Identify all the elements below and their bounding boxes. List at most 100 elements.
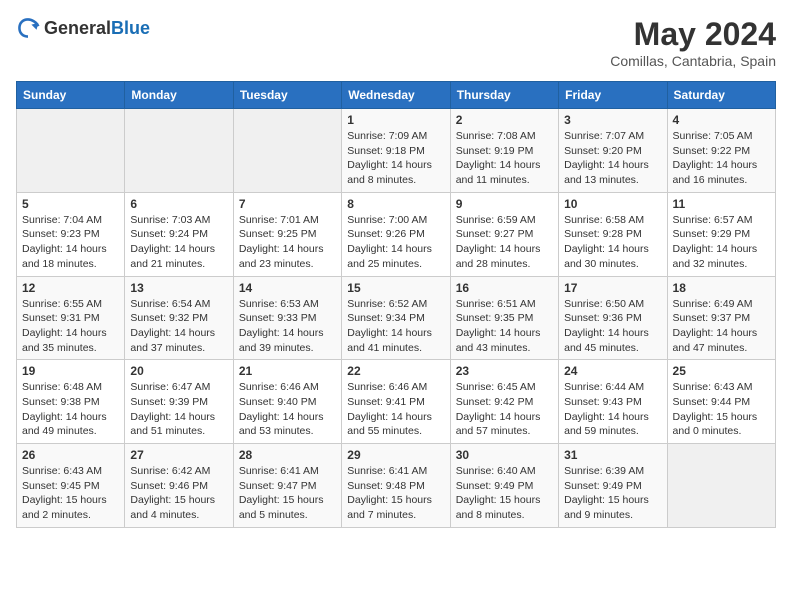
day-number: 24 <box>564 364 661 378</box>
calendar-cell: 4 Sunrise: 7:05 AMSunset: 9:22 PMDaylight… <box>667 109 775 193</box>
calendar-cell: 5 Sunrise: 7:04 AMSunset: 9:23 PMDaylight… <box>17 192 125 276</box>
day-detail: Sunrise: 7:07 AMSunset: 9:20 PMDaylight:… <box>564 130 649 186</box>
day-detail: Sunrise: 7:09 AMSunset: 9:18 PMDaylight:… <box>347 130 432 186</box>
calendar-cell: 12Sunrise: 6:55 AMSunset: 9:31 PMDayligh… <box>17 276 125 360</box>
day-detail: Sunrise: 6:43 AMSunset: 9:44 PMDaylight:… <box>673 381 758 437</box>
calendar-cell: 3 Sunrise: 7:07 AMSunset: 9:20 PMDaylight… <box>559 109 667 193</box>
header-row: Sunday Monday Tuesday Wednesday Thursday… <box>17 82 776 109</box>
calendar-cell: 27 Sunrise: 6:42 AMSunset: 9:46 PMDayligh… <box>125 444 233 528</box>
day-detail: Sunrise: 6:51 AMSunset: 9:35 PMDaylight:… <box>456 298 541 354</box>
day-number: 4 <box>673 113 770 127</box>
calendar-cell: 2 Sunrise: 7:08 AMSunset: 9:19 PMDaylight… <box>450 109 558 193</box>
day-detail: Sunrise: 7:08 AMSunset: 9:19 PMDaylight:… <box>456 130 541 186</box>
title-area: May 2024 Comillas, Cantabria, Spain <box>610 16 776 69</box>
calendar-header: Sunday Monday Tuesday Wednesday Thursday… <box>17 82 776 109</box>
header-friday: Friday <box>559 82 667 109</box>
day-number: 13 <box>130 281 227 295</box>
day-detail: Sunrise: 6:40 AMSunset: 9:49 PMDaylight:… <box>456 465 541 521</box>
calendar-week-2: 5 Sunrise: 7:04 AMSunset: 9:23 PMDaylight… <box>17 192 776 276</box>
calendar-cell: 9 Sunrise: 6:59 AMSunset: 9:27 PMDaylight… <box>450 192 558 276</box>
day-number: 3 <box>564 113 661 127</box>
day-number: 7 <box>239 197 336 211</box>
calendar-cell: 26Sunrise: 6:43 AMSunset: 9:45 PMDayligh… <box>17 444 125 528</box>
day-detail: Sunrise: 6:59 AMSunset: 9:27 PMDaylight:… <box>456 214 541 270</box>
logo-text: GeneralBlue <box>44 18 150 39</box>
day-detail: Sunrise: 7:00 AMSunset: 9:26 PMDaylight:… <box>347 214 432 270</box>
day-detail: Sunrise: 7:03 AMSunset: 9:24 PMDaylight:… <box>130 214 215 270</box>
calendar-week-1: 1Sunrise: 7:09 AMSunset: 9:18 PMDaylight… <box>17 109 776 193</box>
day-number: 9 <box>456 197 553 211</box>
day-detail: Sunrise: 6:58 AMSunset: 9:28 PMDaylight:… <box>564 214 649 270</box>
calendar-cell <box>233 109 341 193</box>
day-detail: Sunrise: 6:53 AMSunset: 9:33 PMDaylight:… <box>239 298 324 354</box>
day-number: 25 <box>673 364 770 378</box>
calendar-cell: 31Sunrise: 6:39 AMSunset: 9:49 PMDayligh… <box>559 444 667 528</box>
day-detail: Sunrise: 6:39 AMSunset: 9:49 PMDaylight:… <box>564 465 649 521</box>
calendar-cell <box>125 109 233 193</box>
day-detail: Sunrise: 6:50 AMSunset: 9:36 PMDaylight:… <box>564 298 649 354</box>
day-detail: Sunrise: 6:45 AMSunset: 9:42 PMDaylight:… <box>456 381 541 437</box>
calendar-cell: 19Sunrise: 6:48 AMSunset: 9:38 PMDayligh… <box>17 360 125 444</box>
day-number: 30 <box>456 448 553 462</box>
day-number: 10 <box>564 197 661 211</box>
calendar-cell: 21 Sunrise: 6:46 AMSunset: 9:40 PMDayligh… <box>233 360 341 444</box>
header-wednesday: Wednesday <box>342 82 450 109</box>
logo: GeneralBlue <box>16 16 150 40</box>
day-number: 6 <box>130 197 227 211</box>
day-number: 29 <box>347 448 444 462</box>
calendar-cell: 14 Sunrise: 6:53 AMSunset: 9:33 PMDayligh… <box>233 276 341 360</box>
day-number: 15 <box>347 281 444 295</box>
calendar-body: 1Sunrise: 7:09 AMSunset: 9:18 PMDaylight… <box>17 109 776 528</box>
calendar-cell <box>667 444 775 528</box>
header-monday: Monday <box>125 82 233 109</box>
header-saturday: Saturday <box>667 82 775 109</box>
calendar-cell: 6 Sunrise: 7:03 AMSunset: 9:24 PMDaylight… <box>125 192 233 276</box>
calendar-week-4: 19Sunrise: 6:48 AMSunset: 9:38 PMDayligh… <box>17 360 776 444</box>
day-detail: Sunrise: 6:42 AMSunset: 9:46 PMDaylight:… <box>130 465 215 521</box>
calendar-cell: 7 Sunrise: 7:01 AMSunset: 9:25 PMDaylight… <box>233 192 341 276</box>
calendar-cell: 23 Sunrise: 6:45 AMSunset: 9:42 PMDayligh… <box>450 360 558 444</box>
day-detail: Sunrise: 6:52 AMSunset: 9:34 PMDaylight:… <box>347 298 432 354</box>
day-detail: Sunrise: 6:49 AMSunset: 9:37 PMDaylight:… <box>673 298 758 354</box>
day-detail: Sunrise: 7:05 AMSunset: 9:22 PMDaylight:… <box>673 130 758 186</box>
calendar-cell: 8 Sunrise: 7:00 AMSunset: 9:26 PMDaylight… <box>342 192 450 276</box>
calendar-cell: 18Sunrise: 6:49 AMSunset: 9:37 PMDayligh… <box>667 276 775 360</box>
day-detail: Sunrise: 6:41 AMSunset: 9:47 PMDaylight:… <box>239 465 324 521</box>
day-number: 2 <box>456 113 553 127</box>
calendar-week-3: 12Sunrise: 6:55 AMSunset: 9:31 PMDayligh… <box>17 276 776 360</box>
day-number: 8 <box>347 197 444 211</box>
calendar-cell: 24 Sunrise: 6:44 AMSunset: 9:43 PMDayligh… <box>559 360 667 444</box>
logo-general: General <box>44 18 111 38</box>
day-detail: Sunrise: 6:54 AMSunset: 9:32 PMDaylight:… <box>130 298 215 354</box>
header-tuesday: Tuesday <box>233 82 341 109</box>
calendar-week-5: 26Sunrise: 6:43 AMSunset: 9:45 PMDayligh… <box>17 444 776 528</box>
day-number: 21 <box>239 364 336 378</box>
day-number: 14 <box>239 281 336 295</box>
day-detail: Sunrise: 6:41 AMSunset: 9:48 PMDaylight:… <box>347 465 432 521</box>
day-detail: Sunrise: 6:57 AMSunset: 9:29 PMDaylight:… <box>673 214 758 270</box>
day-detail: Sunrise: 7:01 AMSunset: 9:25 PMDaylight:… <box>239 214 324 270</box>
subtitle: Comillas, Cantabria, Spain <box>610 53 776 69</box>
logo-icon <box>16 16 40 40</box>
calendar-cell: 15 Sunrise: 6:52 AMSunset: 9:34 PMDayligh… <box>342 276 450 360</box>
calendar-cell: 1Sunrise: 7:09 AMSunset: 9:18 PMDaylight… <box>342 109 450 193</box>
calendar-cell <box>17 109 125 193</box>
day-number: 12 <box>22 281 119 295</box>
day-number: 22 <box>347 364 444 378</box>
header-sunday: Sunday <box>17 82 125 109</box>
calendar-cell: 25 Sunrise: 6:43 AMSunset: 9:44 PMDayligh… <box>667 360 775 444</box>
day-number: 11 <box>673 197 770 211</box>
day-number: 23 <box>456 364 553 378</box>
day-detail: Sunrise: 7:04 AMSunset: 9:23 PMDaylight:… <box>22 214 107 270</box>
day-number: 5 <box>22 197 119 211</box>
logo-blue: Blue <box>111 18 150 38</box>
calendar-cell: 29 Sunrise: 6:41 AMSunset: 9:48 PMDayligh… <box>342 444 450 528</box>
day-detail: Sunrise: 6:44 AMSunset: 9:43 PMDaylight:… <box>564 381 649 437</box>
day-number: 16 <box>456 281 553 295</box>
calendar-cell: 11 Sunrise: 6:57 AMSunset: 9:29 PMDayligh… <box>667 192 775 276</box>
day-detail: Sunrise: 6:48 AMSunset: 9:38 PMDaylight:… <box>22 381 107 437</box>
day-number: 27 <box>130 448 227 462</box>
calendar-cell: 17Sunrise: 6:50 AMSunset: 9:36 PMDayligh… <box>559 276 667 360</box>
day-detail: Sunrise: 6:46 AMSunset: 9:40 PMDaylight:… <box>239 381 324 437</box>
day-detail: Sunrise: 6:46 AMSunset: 9:41 PMDaylight:… <box>347 381 432 437</box>
